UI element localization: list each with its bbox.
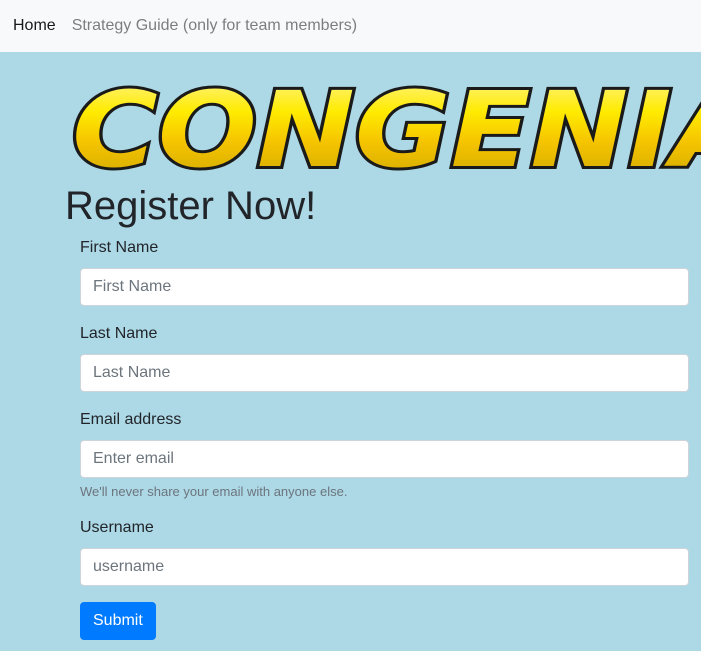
email-input[interactable] bbox=[80, 440, 689, 478]
last-name-label: Last Name bbox=[80, 325, 158, 342]
navbar: Home Strategy Guide (only for team membe… bbox=[0, 0, 701, 52]
email-help-text: We'll never share your email with anyone… bbox=[80, 484, 348, 499]
username-input[interactable] bbox=[80, 548, 689, 586]
logo-text: CONGENIA bbox=[72, 76, 701, 178]
first-name-input[interactable] bbox=[80, 268, 689, 306]
email-group: Email address We'll never share your ema… bbox=[80, 408, 689, 500]
first-name-label: First Name bbox=[80, 239, 159, 256]
last-name-group: Last Name bbox=[80, 322, 689, 392]
username-group: Username bbox=[80, 516, 689, 586]
nav-link-strategy-guide[interactable]: Strategy Guide (only for team members) bbox=[72, 17, 357, 35]
nav-link-home[interactable]: Home bbox=[13, 17, 56, 35]
page-title: Register Now! bbox=[65, 184, 317, 228]
congenia-logo: CONGENIA bbox=[70, 76, 701, 178]
register-form: First Name Last Name Email address We'll… bbox=[80, 236, 689, 640]
username-label: Username bbox=[80, 519, 154, 536]
first-name-group: First Name bbox=[80, 236, 689, 306]
last-name-input[interactable] bbox=[80, 354, 689, 392]
submit-button[interactable]: Submit bbox=[80, 602, 156, 640]
email-label: Email address bbox=[80, 411, 182, 428]
